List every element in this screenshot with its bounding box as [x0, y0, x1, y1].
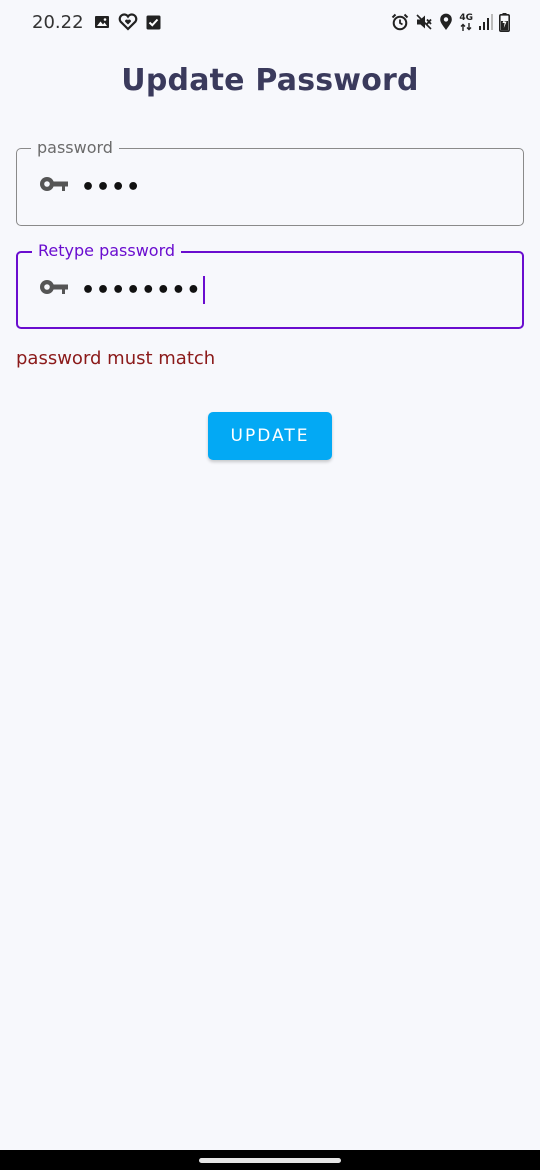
- battery-charging-icon: [499, 12, 510, 32]
- key-icon: [39, 176, 69, 196]
- page-title: Update Password: [121, 63, 419, 98]
- retype-password-value: ••••••••: [81, 277, 202, 303]
- status-time: 20.22: [32, 11, 84, 33]
- text-cursor: [202, 276, 205, 304]
- key-icon: [39, 279, 69, 299]
- signal-icon: [479, 14, 493, 30]
- update-button[interactable]: UPDATE: [208, 412, 332, 460]
- network-type: 4G: [459, 12, 473, 23]
- password-input[interactable]: ••••: [81, 173, 141, 201]
- image-icon: [94, 14, 110, 30]
- data-arrows-icon: 4G: [459, 12, 473, 31]
- password-field-label: password: [31, 138, 119, 158]
- status-left: 20.22: [32, 12, 161, 33]
- heart-icon: [118, 13, 138, 31]
- retype-password-field-label: Retype password: [32, 241, 182, 261]
- retype-password-field[interactable]: Retype password ••••••••: [16, 241, 524, 329]
- home-gesture-handle[interactable]: [199, 1158, 341, 1163]
- retype-password-input[interactable]: ••••••••: [81, 276, 205, 304]
- alarm-icon: [391, 13, 409, 31]
- navigation-bar: [0, 1150, 540, 1170]
- status-right: 4G: [391, 12, 510, 32]
- status-bar: 20.22 4G: [0, 0, 540, 44]
- checkbox-icon: [146, 15, 161, 30]
- mute-icon: [415, 13, 433, 31]
- location-icon: [439, 13, 453, 31]
- password-mismatch-error: password must match: [16, 348, 216, 369]
- password-field[interactable]: password ••••: [16, 138, 524, 226]
